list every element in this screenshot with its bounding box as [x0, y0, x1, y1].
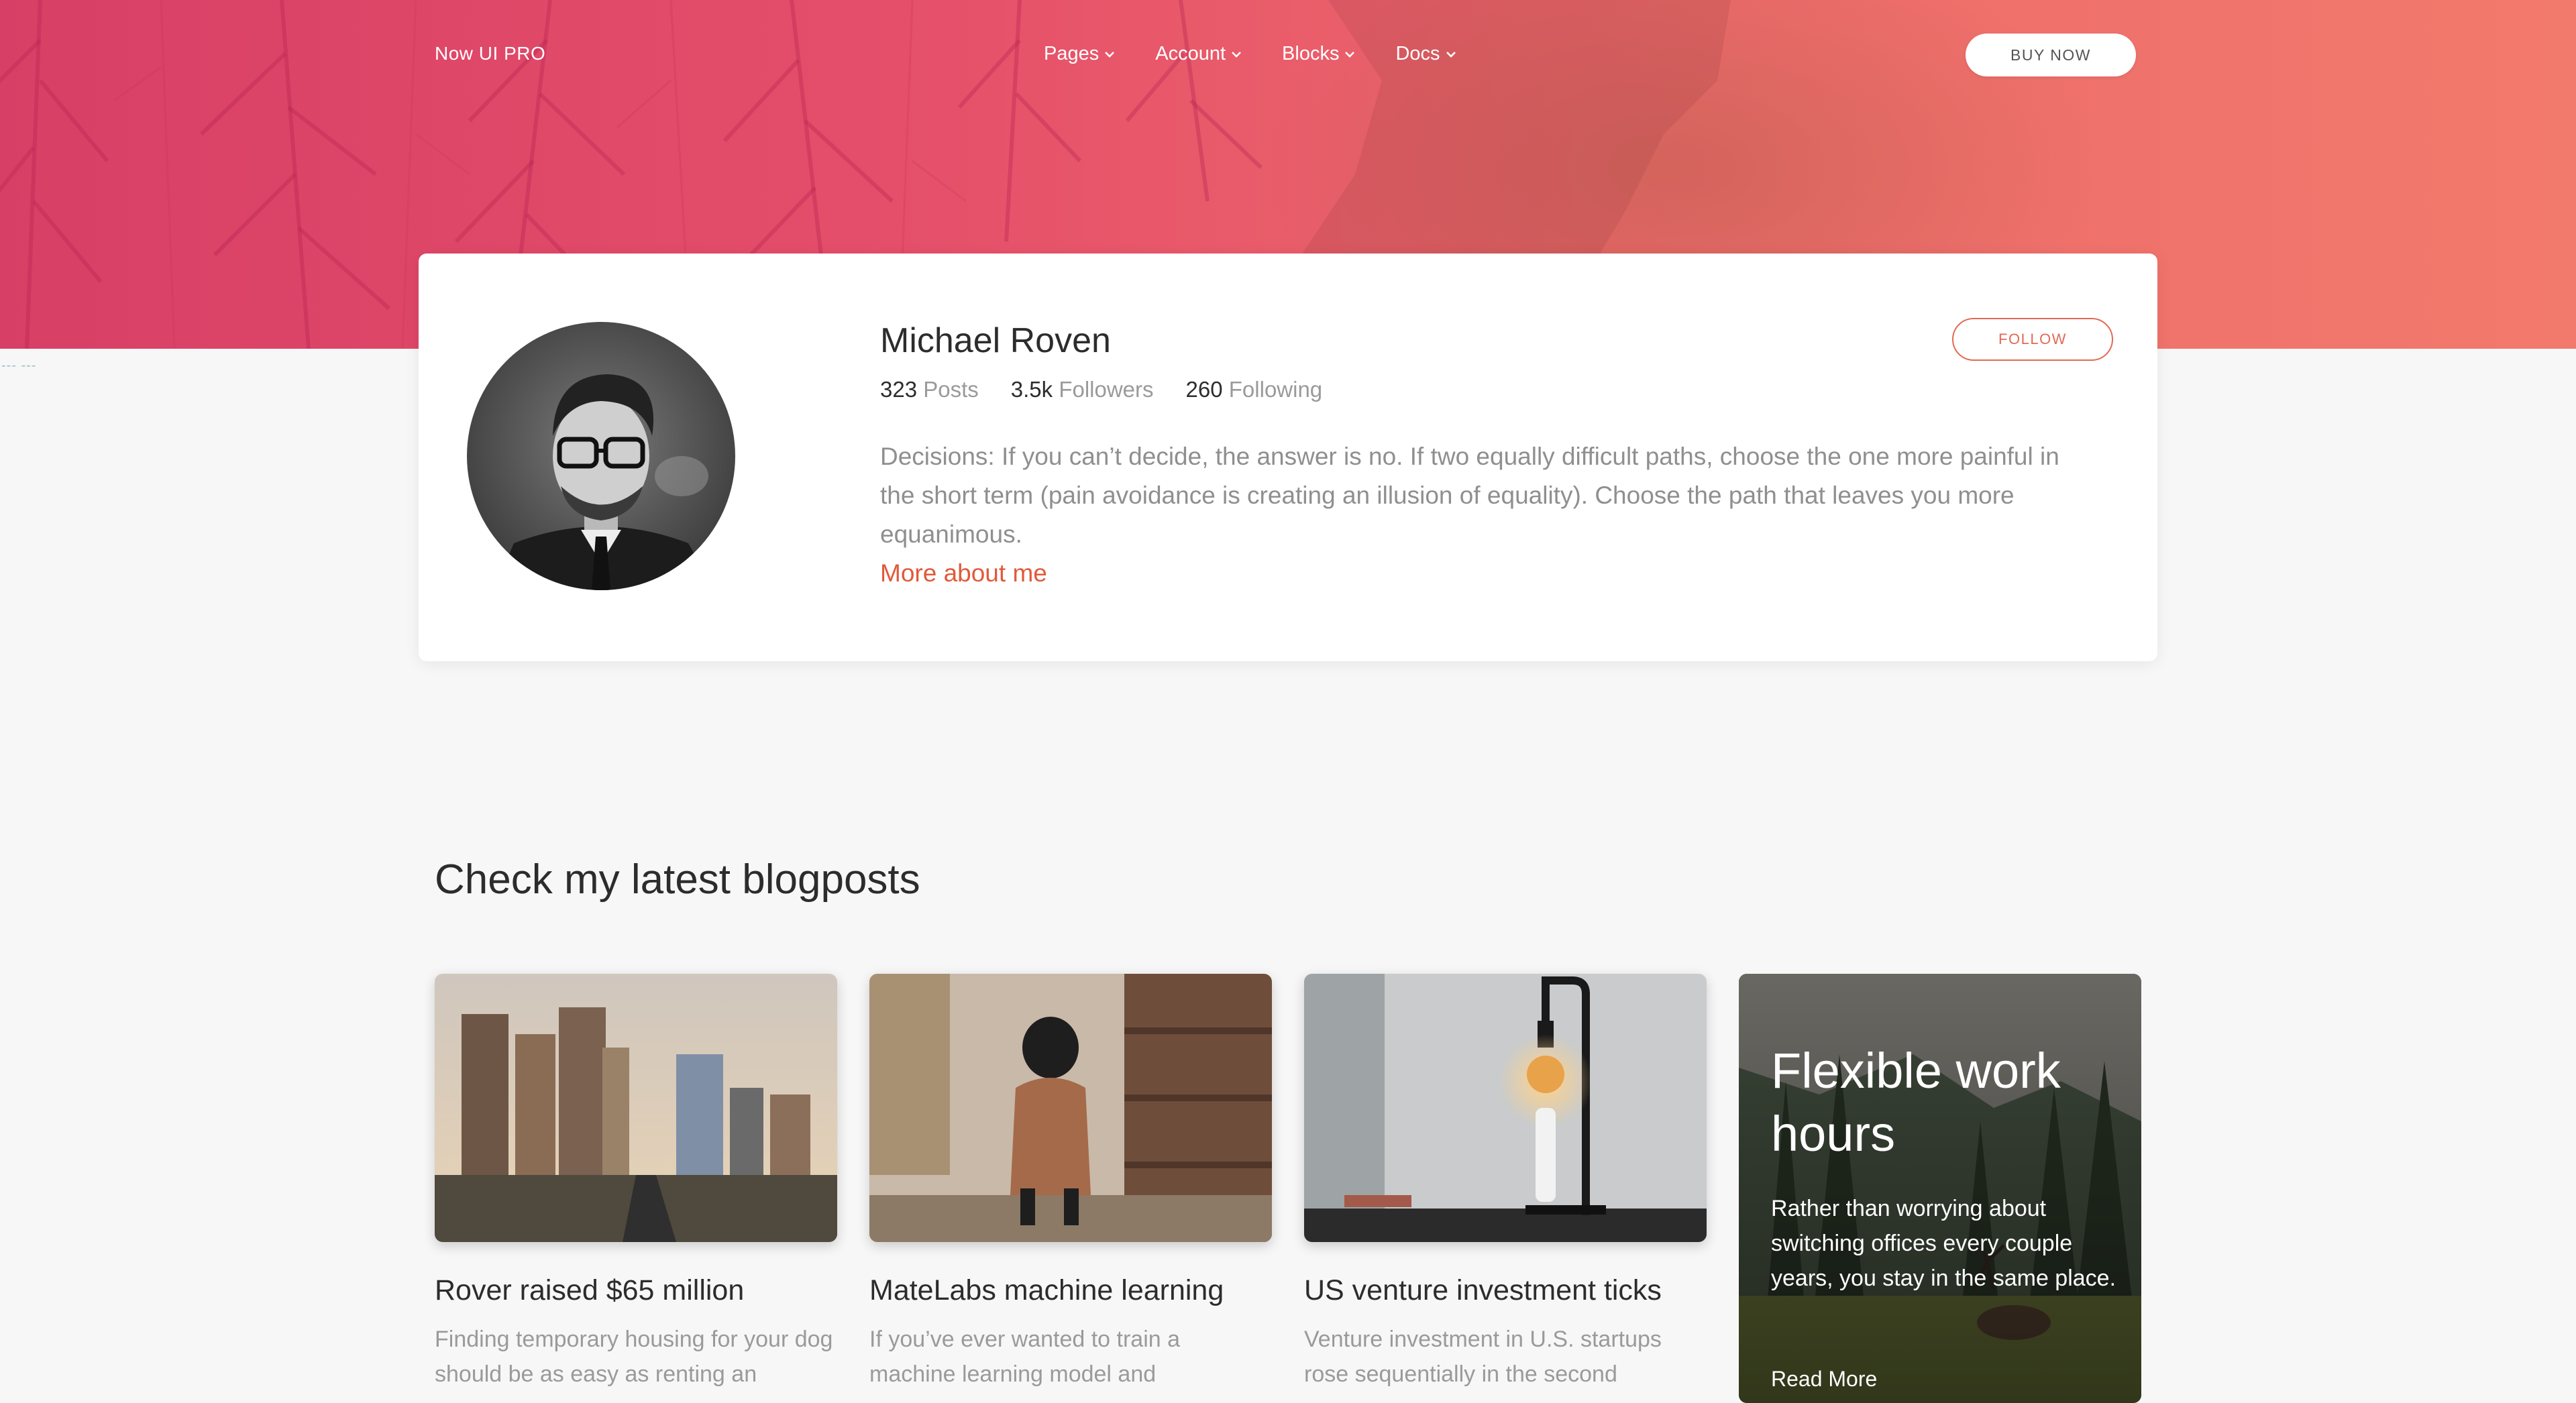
chevron-down-icon	[1345, 51, 1355, 58]
profile-bio: Decisions: If you can’t decide, the answ…	[880, 443, 2059, 548]
stat-label: Followers	[1059, 377, 1154, 402]
stat-value: 323	[880, 377, 918, 402]
nav-item-docs[interactable]: Docs	[1395, 43, 1456, 65]
forest-deer-background	[1739, 974, 2141, 1403]
read-more-link[interactable]: Read More	[1771, 1367, 1877, 1392]
feature-card-title[interactable]: Flexible work hours	[1771, 1040, 2120, 1166]
blog-card-title[interactable]: US venture investment ticks	[1304, 1274, 1707, 1307]
nav-item-label: Docs	[1395, 43, 1440, 64]
blog-card-excerpt: Venture investment in U.S. startups rose…	[1304, 1327, 1662, 1387]
blog-card-image[interactable]	[435, 974, 837, 1242]
follow-button[interactable]: FOLLOW	[1952, 318, 2113, 361]
blog-card-title[interactable]: MateLabs machine learning	[869, 1274, 1272, 1307]
profile-stats: 323 Posts 3.5k Followers 260 Following	[880, 377, 1354, 402]
nav-item-label: Blocks	[1282, 43, 1340, 64]
stat-value: 260	[1185, 377, 1223, 402]
blog-card-excerpt: Finding temporary housing for your dog s…	[435, 1327, 833, 1387]
stat-label: Following	[1228, 377, 1323, 402]
blog-card-title[interactable]: Rover raised $65 million	[435, 1274, 837, 1307]
main-nav: Pages Account Blocks Docs	[1044, 43, 1497, 65]
lamp-figurine-image	[1304, 974, 1707, 1242]
blog-card[interactable]: MateLabs machine learning If you’ve ever…	[869, 974, 1272, 1392]
chevron-down-icon	[1446, 51, 1456, 58]
stat-following: 260 Following	[1186, 377, 1323, 402]
profile-card: Michael Roven 323 Posts 3.5k Followers 2…	[419, 254, 2157, 661]
blog-card-excerpt: If you’ve ever wanted to train a machine…	[869, 1327, 1181, 1387]
stat-posts: 323 Posts	[880, 377, 979, 402]
chevron-down-icon	[1105, 51, 1115, 58]
chevron-down-icon	[1232, 51, 1241, 58]
feature-card[interactable]: Flexible work hours Rather than worrying…	[1739, 974, 2141, 1403]
stat-label: Posts	[923, 377, 979, 402]
nav-item-account[interactable]: Account	[1155, 43, 1242, 65]
stat-value: 3.5k	[1010, 377, 1053, 402]
nav-item-label: Pages	[1044, 43, 1099, 64]
nav-item-label: Account	[1155, 43, 1226, 64]
dog-in-coat-image	[869, 974, 1272, 1242]
buy-now-button[interactable]: BUY NOW	[1966, 34, 2136, 76]
blog-card[interactable]: US venture investment ticks Venture inve…	[1304, 974, 1707, 1392]
blog-card-image[interactable]	[1304, 974, 1707, 1242]
avatar-portrait-image	[467, 322, 735, 590]
more-about-me-link[interactable]: More about me	[880, 559, 1047, 587]
blog-card[interactable]: Rover raised $65 million Finding tempora…	[435, 974, 837, 1392]
profile-name: Michael Roven	[880, 321, 1111, 360]
dashed-marker: --- ---	[1, 358, 37, 373]
stat-followers: 3.5k Followers	[1011, 377, 1154, 402]
avatar	[467, 322, 735, 590]
blog-section-heading: Check my latest blogposts	[435, 856, 920, 903]
brand-logo[interactable]: Now UI PRO	[435, 43, 545, 64]
city-skyline-image	[435, 974, 837, 1242]
nav-item-blocks[interactable]: Blocks	[1282, 43, 1355, 65]
blog-card-image[interactable]	[869, 974, 1272, 1242]
nav-item-pages[interactable]: Pages	[1044, 43, 1115, 65]
feature-card-text: Rather than worrying about switching off…	[1771, 1196, 2116, 1291]
